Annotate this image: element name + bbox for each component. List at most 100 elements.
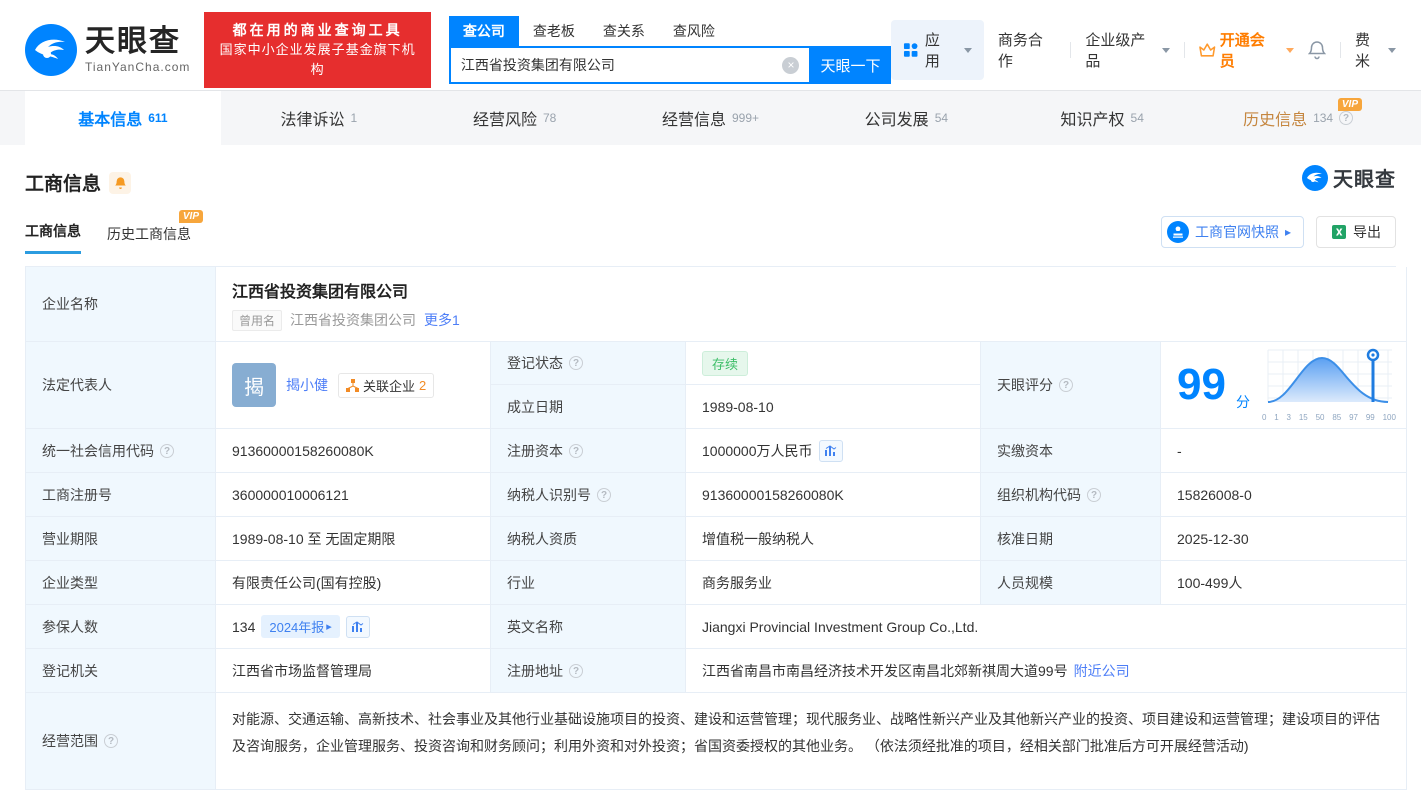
status-badge: 存续 <box>702 350 749 376</box>
insured-trend-icon[interactable] <box>345 615 370 638</box>
tab-label: 法律诉讼 <box>280 112 345 129</box>
former-name: 江西省投资集团公司 <box>290 312 417 328</box>
business-info-table: 企业名称 江西省投资集团有限公司 曾用名 江西省投资集团公司 更多1 法定代表人… <box>25 266 1407 790</box>
company-type-label: 企业类型 <box>26 561 216 605</box>
label-text: 天眼评分 <box>997 377 1053 393</box>
label-text: 注册资本 <box>507 442 563 459</box>
apps-menu[interactable]: 应用 <box>891 20 984 80</box>
help-icon[interactable] <box>104 734 118 748</box>
top-header: 天眼查 TianYanCha.com 都在用的商业查询工具 国家中小企业发展子基… <box>0 0 1421 90</box>
tab-label: 公司发展 <box>864 112 929 129</box>
taxpayer-id-value: 91360000158260080K <box>686 473 981 517</box>
promo-banner: 都在用的商业查询工具 国家中小企业发展子基金旗下机构 <box>204 12 431 88</box>
clear-search-icon[interactable]: × <box>782 56 800 74</box>
former-name-tag: 曾用名 <box>232 309 283 331</box>
help-icon[interactable] <box>1339 111 1354 125</box>
nearby-companies-link[interactable]: 附近公司 <box>1074 661 1130 681</box>
tab-history-info[interactable]: VIP 历史信息 134 <box>1200 91 1396 145</box>
score-value: 99 <box>1177 360 1226 409</box>
network-icon <box>346 378 359 392</box>
score-axis: 0 1 3 15 50 85 97 99 100 <box>1261 413 1396 422</box>
tab-count: 611 <box>148 111 168 125</box>
search-tab-risk[interactable]: 查风险 <box>659 16 729 46</box>
arrow-right-icon: ▸ <box>1284 225 1291 239</box>
reg-status-cell: 存续 <box>686 342 981 385</box>
related-companies-badge[interactable]: 关联企业 2 <box>338 372 435 398</box>
chevron-down-icon <box>1388 47 1396 53</box>
reg-address-label: 注册地址 <box>491 649 686 693</box>
reg-status-label: 登记状态 <box>491 342 686 385</box>
help-icon[interactable] <box>1087 487 1101 502</box>
help-icon[interactable] <box>569 356 583 370</box>
business-info-section: 工商信息 天眼查 工商信息 VIP 历史工商信息 工商官网快照 ▸ 导出 <box>0 145 1421 254</box>
subtab-history-business-info[interactable]: VIP 历史工商信息 <box>107 210 203 254</box>
tab-count: 78 <box>542 111 557 125</box>
tianyancha-watermark-icon <box>1302 164 1328 191</box>
business-scope-cell: 对能源、交通运输、高新技术、社会事业及其他行业基础设施项目的投资、建设和运营管理… <box>216 693 1407 790</box>
subtab-business-info[interactable]: 工商信息 <box>25 221 81 254</box>
score-distribution-chart[interactable]: 0 1 3 15 50 85 97 99 100 <box>1260 348 1398 422</box>
help-icon[interactable] <box>569 663 583 678</box>
subscribe-bell-icon[interactable] <box>109 171 132 194</box>
search-input-box: × <box>448 46 810 84</box>
reg-number-value: 360000010006121 <box>216 473 491 517</box>
tab-basic-info[interactable]: 基本信息 611 <box>25 91 221 145</box>
notification-bell-icon[interactable] <box>1308 40 1327 60</box>
tab-intellectual-property[interactable]: 知识产权 54 <box>1004 91 1200 145</box>
tab-label: 经营风险 <box>472 112 537 129</box>
stamp-icon <box>1166 221 1189 243</box>
company-name-cell: 江西省投资集团有限公司 曾用名 江西省投资集团公司 更多1 <box>216 267 1407 342</box>
help-icon[interactable] <box>597 487 611 502</box>
nav-enterprise[interactable]: 企业级产品 <box>1085 29 1171 71</box>
vip-badge: VIP <box>178 210 203 223</box>
tab-company-development[interactable]: 公司发展 54 <box>808 91 1004 145</box>
search-area: 查公司 查老板 查关系 查风险 × 天眼一下 <box>448 16 892 84</box>
search-tab-relation[interactable]: 查关系 <box>589 16 659 46</box>
help-icon[interactable] <box>160 443 174 458</box>
org-code-value: 15826008-0 <box>1161 473 1407 517</box>
reg-authority-value: 江西省市场监督管理局 <box>216 649 491 693</box>
business-term-label: 营业期限 <box>26 517 216 561</box>
legal-rep-name-link[interactable]: 揭小健 <box>286 375 328 395</box>
watermark-text: 天眼查 <box>1333 169 1396 191</box>
tianyancha-logo[interactable]: 天眼查 TianYanCha.com <box>25 24 190 76</box>
nav-enterprise-label: 企业级产品 <box>1085 32 1146 70</box>
legal-rep-label: 法定代表人 <box>26 342 216 429</box>
more-former-names-link[interactable]: 更多1 <box>424 310 460 330</box>
tab-label: 经营信息 <box>661 112 726 129</box>
tab-operating-risk[interactable]: 经营风险 78 <box>417 91 613 145</box>
search-tab-boss[interactable]: 查老板 <box>519 16 589 46</box>
tab-operating-info[interactable]: 经营信息 999+ <box>613 91 809 145</box>
annual-report-badge[interactable]: 2024年报 <box>261 615 340 638</box>
help-icon[interactable] <box>569 443 583 458</box>
score-unit: 分 <box>1235 394 1250 410</box>
nav-user-label: 费米 <box>1354 32 1370 70</box>
reg-capital-value: 1000000万人民币 <box>702 442 813 459</box>
nav-cooperation[interactable]: 商务合作 <box>998 29 1057 71</box>
industry-value: 商务服务业 <box>686 561 981 605</box>
search-button[interactable]: 天眼一下 <box>809 46 892 84</box>
capital-trend-icon[interactable] <box>818 439 843 462</box>
related-count: 2 <box>419 377 427 393</box>
reg-address-cell: 江西省南昌市南昌经济技术开发区南昌北郊新祺周大道99号 附近公司 <box>686 649 1407 693</box>
nav-open-member[interactable]: 开通会员 <box>1199 29 1295 71</box>
search-tab-company[interactable]: 查公司 <box>448 16 519 46</box>
export-button[interactable]: 导出 <box>1316 216 1396 248</box>
help-icon[interactable] <box>1059 378 1073 392</box>
legal-rep-avatar[interactable]: 揭 <box>232 363 276 407</box>
approve-date-label: 核准日期 <box>981 517 1161 561</box>
nav-user[interactable]: 费米 <box>1355 29 1396 71</box>
apps-label: 应用 <box>924 32 940 70</box>
tab-label: 历史信息 <box>1243 112 1308 129</box>
insured-count-value: 134 <box>232 618 256 635</box>
tab-legal-proceedings[interactable]: 法律诉讼 1 <box>221 91 417 145</box>
company-name: 江西省投资集团有限公司 <box>232 283 409 301</box>
company-tabs: 基本信息 611 法律诉讼 1 经营风险 78 经营信息 999+ 公司发展 5… <box>0 90 1421 145</box>
search-input[interactable] <box>460 57 783 73</box>
official-snapshot-button[interactable]: 工商官网快照 ▸ <box>1160 216 1304 248</box>
section-title: 工商信息 <box>25 174 102 195</box>
brand-name: 天眼查 <box>85 24 181 58</box>
credit-code-value: 91360000158260080K <box>216 429 491 473</box>
label-text: 统一社会信用代码 <box>42 442 154 459</box>
label-text: 组织机构代码 <box>997 486 1081 503</box>
